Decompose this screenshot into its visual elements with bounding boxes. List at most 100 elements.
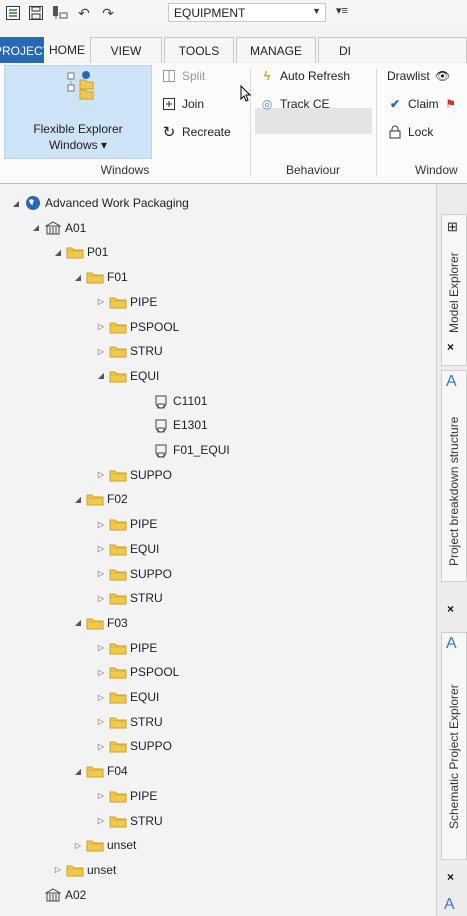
expand-arrow-icon[interactable]: ▷ (95, 520, 107, 529)
tab-home[interactable]: HOME (46, 37, 88, 63)
tab-tools[interactable]: TOOLS (164, 37, 234, 63)
undo-icon[interactable]: ↶ (75, 4, 93, 22)
tree-node-label: STRU (130, 591, 163, 606)
expand-arrow-icon[interactable]: ▷ (95, 322, 107, 331)
tree-node[interactable]: ▷ unset (72, 834, 136, 856)
expand-arrow-icon[interactable]: ▷ (95, 594, 107, 603)
tree-node-label: A02 (65, 887, 87, 902)
tree-icon: ⊞ (447, 219, 458, 234)
tab-project-breakdown-structure[interactable]: A Project breakdown structure (441, 370, 467, 582)
collapse-arrow-icon[interactable]: ◢ (72, 767, 84, 776)
tree-node[interactable]: F01_EQUI (138, 439, 230, 461)
collapse-arrow-icon[interactable]: ◢ (72, 495, 84, 504)
schematic-icon: A (446, 635, 457, 652)
big-button-label-line1: Flexible Explorer (33, 122, 123, 136)
track-ce-button[interactable]: ◎ Track CE (259, 94, 330, 114)
tree-node[interactable]: ▷ EQUI (95, 538, 159, 560)
claim-button[interactable]: ✔ Claim ⚑ (387, 94, 464, 114)
collapse-arrow-icon[interactable]: ◢ (10, 199, 22, 208)
tree-node-label: PSPOOL (130, 665, 180, 680)
tree-node[interactable]: C1101 (138, 390, 207, 412)
tree-node[interactable]: ▷ PIPE (95, 291, 157, 313)
tree-node[interactable]: ◢ F04 (72, 760, 128, 782)
expand-arrow-icon[interactable]: ▷ (72, 841, 84, 850)
expand-arrow-icon[interactable]: ▷ (95, 569, 107, 578)
tree-node[interactable]: ◢ F02 (72, 488, 128, 510)
tab-manage[interactable]: MANAGE (236, 37, 316, 63)
tree-node[interactable]: ▷ PIPE (95, 785, 157, 807)
expand-arrow-icon[interactable]: ▷ (95, 791, 107, 800)
auto-refresh-button[interactable]: ϟ Auto Refresh (259, 66, 350, 86)
collapse-arrow-icon[interactable]: ◢ (72, 273, 84, 282)
context-combo[interactable]: EQUIPMENT ▼ (168, 3, 326, 22)
tree-node[interactable]: ◢ A01 (30, 217, 86, 239)
track-ce-label: Track CE (280, 97, 330, 111)
tree-node[interactable]: ▷ PSPOOL (95, 661, 179, 683)
tab-di[interactable]: DI (318, 37, 467, 63)
connect-icon[interactable] (51, 4, 69, 22)
expand-arrow-icon[interactable]: ▷ (52, 865, 64, 874)
drawlist-label: Drawlist (387, 69, 430, 83)
close-model-explorer-icon[interactable]: × (447, 340, 454, 354)
dock-extra-icon[interactable]: A (444, 896, 455, 914)
join-button[interactable]: Join (161, 94, 204, 114)
tree-node[interactable]: ▷ SUPPO (95, 735, 172, 757)
expand-arrow-icon[interactable]: ▷ (95, 816, 107, 825)
tree-node[interactable]: ◢ F01 (72, 266, 128, 288)
tree-node-label: F01_EQUI (173, 443, 230, 457)
tree-node-label: PIPE (130, 517, 158, 532)
tree-node[interactable]: ▷ PIPE (95, 513, 157, 535)
tree-node[interactable]: ▷ EQUI (95, 686, 159, 708)
collapse-arrow-icon[interactable]: ◢ (95, 371, 107, 380)
dock-strip: ⊞ Model Explorer × A Project breakdown s… (436, 184, 467, 916)
close-project-breakdown-icon[interactable]: × (447, 602, 454, 616)
tree-node[interactable]: ▷ STRU (95, 587, 163, 609)
mouse-cursor-icon (240, 85, 252, 102)
expand-arrow-icon[interactable]: ▷ (95, 544, 107, 553)
expand-arrow-icon[interactable]: ▷ (95, 668, 107, 677)
tree-node[interactable]: ▷ PIPE (95, 637, 157, 659)
split-button[interactable]: Split (161, 66, 205, 86)
expand-arrow-icon[interactable]: ▷ (95, 470, 107, 479)
tree-node[interactable]: ▷ SUPPO (95, 563, 172, 585)
expand-arrow-icon[interactable]: ▷ (95, 693, 107, 702)
eye-icon: 👁 (435, 69, 451, 83)
tree-node[interactable]: ▷ PSPOOL (95, 316, 179, 338)
folder-icon (109, 590, 127, 606)
drawlist-button[interactable]: Drawlist 👁 (387, 66, 456, 86)
tree-node[interactable]: ▷ unset (52, 859, 116, 881)
tree-node[interactable]: ◢ Advanced Work Packaging (10, 192, 189, 214)
flexible-explorer-windows-button[interactable]: Flexible Explorer Windows ▾ (4, 65, 152, 159)
big-button-label-line2: Windows ▾ (48, 138, 108, 152)
tree-node[interactable]: ◢ P01 (52, 241, 108, 263)
expand-arrow-icon[interactable]: ▷ (95, 643, 107, 652)
close-schematic-explorer-icon[interactable]: × (447, 870, 454, 884)
tree-node[interactable]: E1301 (138, 414, 208, 436)
tree-node[interactable]: ◢ F03 (72, 612, 128, 634)
expand-arrow-icon[interactable]: ▷ (95, 347, 107, 356)
customize-toolbar-icon[interactable]: ▾≡ (336, 4, 348, 17)
tab-view[interactable]: VIEW (90, 37, 162, 63)
expand-arrow-icon[interactable]: ▷ (95, 717, 107, 726)
save-icon[interactable] (27, 4, 45, 22)
lock-button[interactable]: Lock (387, 122, 433, 142)
tree-node[interactable]: ▷ STRU (95, 810, 163, 832)
tab-project[interactable]: PROJECT (0, 37, 50, 63)
collapse-arrow-icon[interactable]: ◢ (52, 248, 64, 257)
collapse-arrow-icon[interactable]: ◢ (72, 618, 84, 627)
tree-node[interactable]: ▷ STRU (95, 711, 163, 733)
tree-node[interactable]: ▷ STRU (95, 340, 163, 362)
model-explorer-label: Model Explorer (447, 252, 461, 334)
recreate-button[interactable]: ↻ Recreate (161, 122, 231, 142)
tree-node[interactable]: ▷ SUPPO (95, 464, 172, 486)
tree-node[interactable]: A02 (30, 884, 86, 906)
tree-node[interactable]: ◢ EQUI (95, 365, 159, 387)
expand-arrow-icon[interactable]: ▷ (95, 742, 107, 751)
app-menu-icon[interactable] (4, 4, 22, 22)
collapse-arrow-icon[interactable]: ◢ (30, 223, 42, 232)
tab-schematic-project-explorer[interactable]: A Schematic Project Explorer (441, 632, 467, 860)
chevron-down-icon: ▼ (312, 6, 321, 16)
expand-arrow-icon[interactable]: ▷ (95, 297, 107, 306)
redo-icon[interactable]: ↷ (99, 4, 117, 22)
folder-icon (86, 763, 104, 779)
